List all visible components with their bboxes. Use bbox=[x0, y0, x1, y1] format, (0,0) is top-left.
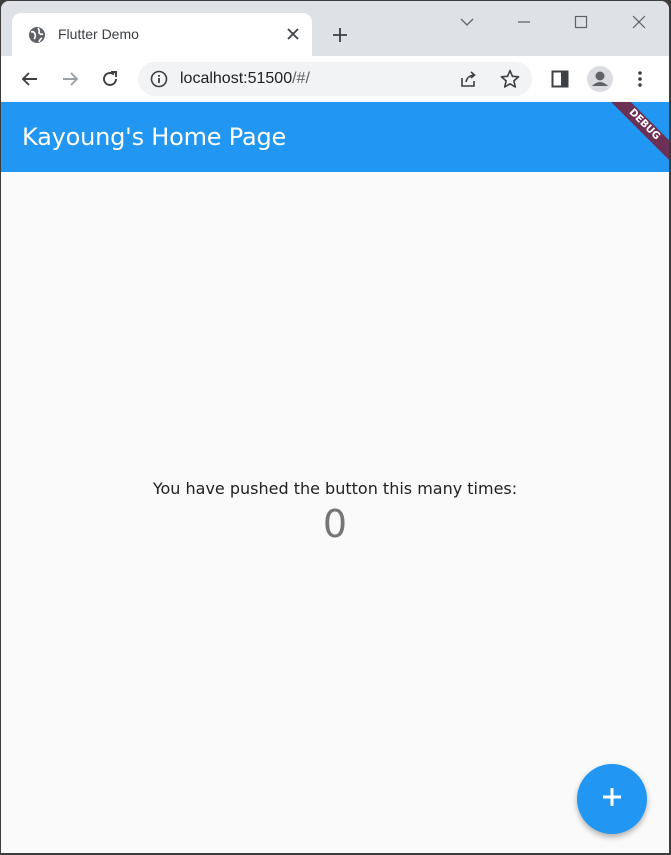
profile-avatar-icon[interactable] bbox=[585, 64, 615, 94]
maximize-icon[interactable] bbox=[563, 7, 599, 37]
minimize-icon[interactable] bbox=[506, 7, 542, 37]
app-bar: Kayoung's Home Page DEBUG bbox=[1, 102, 669, 172]
site-info-icon[interactable] bbox=[150, 70, 168, 88]
app-body: You have pushed the button this many tim… bbox=[1, 172, 669, 853]
close-tab-icon[interactable] bbox=[284, 25, 302, 43]
plus-icon bbox=[601, 786, 623, 813]
globe-icon bbox=[28, 26, 46, 44]
tab-strip: Flutter Demo bbox=[1, 1, 669, 56]
new-tab-button[interactable] bbox=[326, 21, 354, 49]
increment-button[interactable] bbox=[577, 764, 647, 834]
back-icon[interactable] bbox=[15, 64, 45, 94]
counter-label: You have pushed the button this many tim… bbox=[152, 479, 518, 498]
counter-value: 0 bbox=[322, 502, 348, 546]
bookmark-star-icon[interactable] bbox=[499, 68, 521, 90]
address-bar[interactable]: localhost:51500/#/ bbox=[138, 62, 532, 96]
tab-flutter-demo[interactable]: Flutter Demo bbox=[12, 13, 312, 56]
url-path: /#/ bbox=[292, 70, 310, 87]
reload-icon[interactable] bbox=[95, 64, 125, 94]
share-icon[interactable] bbox=[458, 69, 478, 89]
url-host: localhost:51500 bbox=[180, 70, 293, 87]
forward-icon[interactable] bbox=[55, 64, 85, 94]
tab-search-icon[interactable] bbox=[449, 7, 485, 37]
browser-window: Flutter Demo localhost:51500/#/ Kayoung'… bbox=[1, 1, 669, 853]
close-window-icon[interactable] bbox=[621, 7, 657, 37]
address-url: localhost:51500/#/ bbox=[180, 70, 310, 88]
browser-toolbar: localhost:51500/#/ bbox=[1, 56, 669, 102]
page-title: Kayoung's Home Page bbox=[22, 123, 287, 151]
side-panel-icon[interactable] bbox=[545, 64, 575, 94]
debug-banner: DEBUG bbox=[600, 102, 669, 169]
more-menu-icon[interactable] bbox=[625, 64, 655, 94]
tab-title: Flutter Demo bbox=[58, 26, 139, 42]
